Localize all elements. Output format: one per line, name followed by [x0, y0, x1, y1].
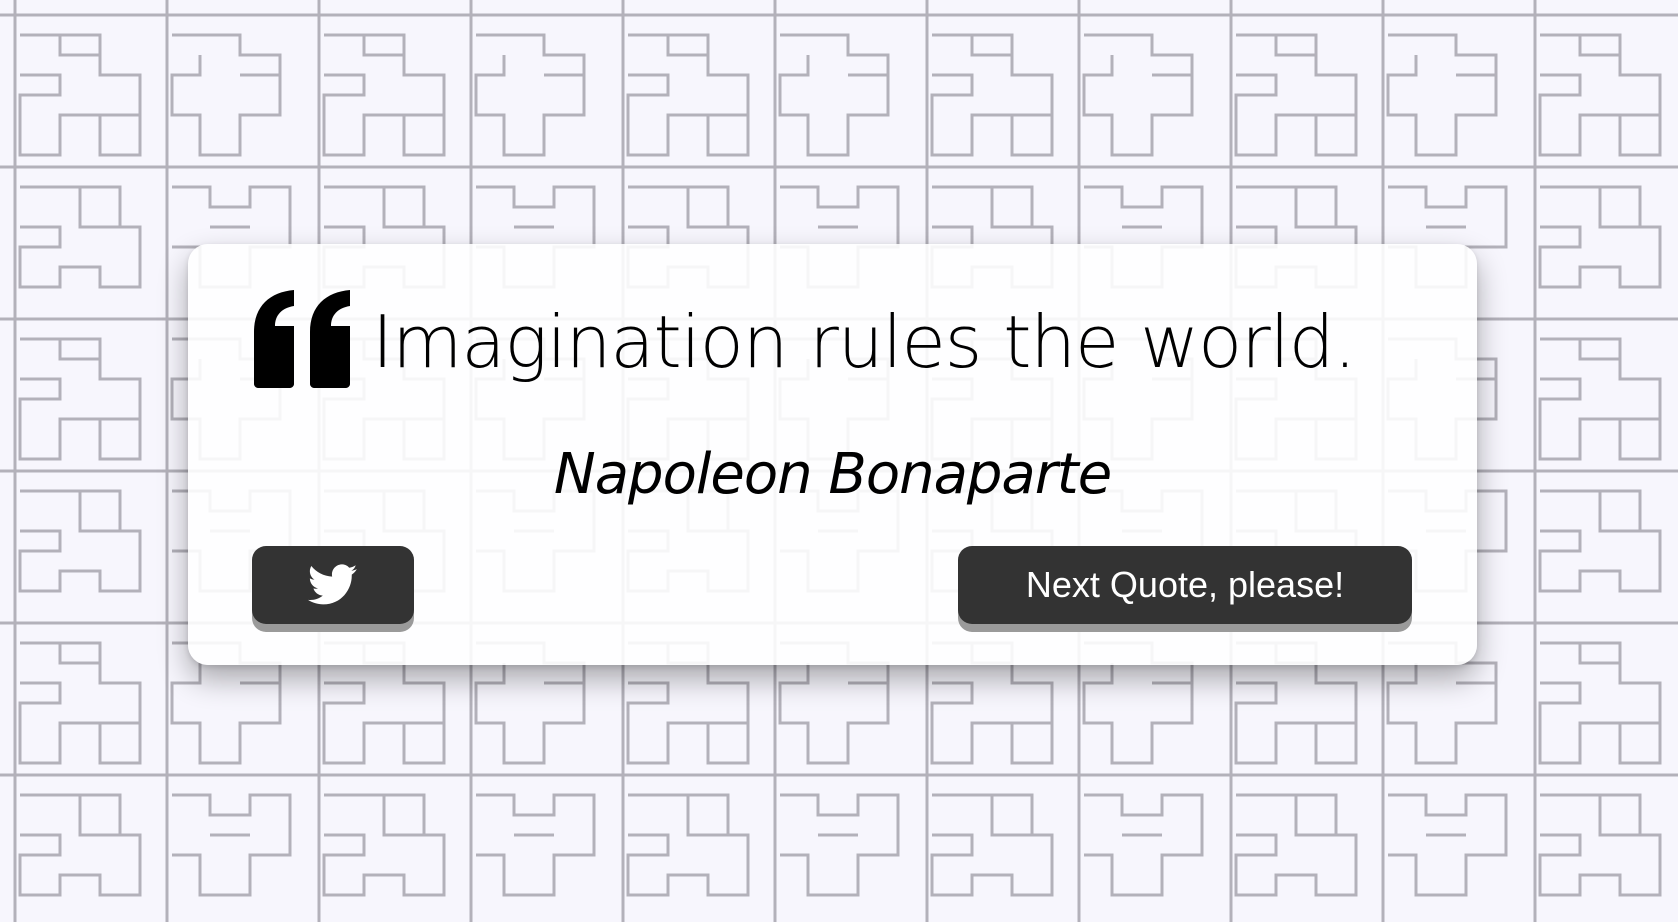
quote-left-icon	[254, 290, 350, 388]
tweet-button[interactable]	[252, 546, 414, 624]
quote-text-row: Imagination rules the world.	[248, 282, 1356, 402]
twitter-icon	[308, 564, 358, 605]
quote-author: Napoleon Bonaparte	[553, 442, 1112, 507]
quote-card: Imagination rules the world. Napoleon Bo…	[188, 244, 1477, 665]
quote-text: Imagination rules the world.	[372, 300, 1356, 384]
next-quote-button[interactable]: Next Quote, please!	[958, 546, 1412, 624]
